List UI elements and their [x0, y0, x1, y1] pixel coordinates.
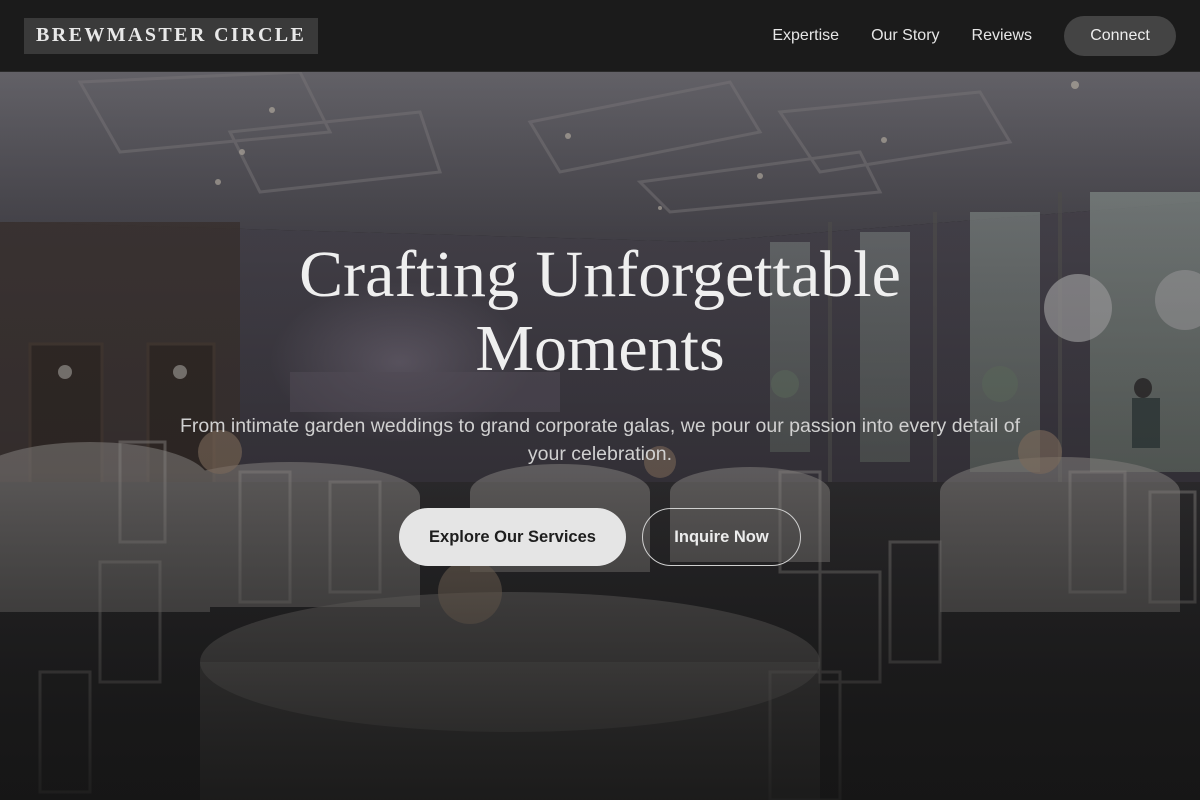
nav-menu: Expertise Our Story Reviews Connect — [772, 15, 1176, 56]
hero-section: Crafting Unforgettable Moments From inti… — [0, 72, 1200, 800]
inquire-now-button[interactable]: Inquire Now — [642, 508, 801, 566]
explore-services-button[interactable]: Explore Our Services — [399, 508, 626, 566]
nav-link-expertise[interactable]: Expertise — [772, 27, 839, 45]
nav-link-reviews[interactable]: Reviews — [972, 27, 1032, 45]
brand-logo[interactable]: BREWMASTER CIRCLE — [24, 17, 319, 54]
top-navigation: BREWMASTER CIRCLE Expertise Our Story Re… — [0, 0, 1200, 72]
hero-content: Crafting Unforgettable Moments From inti… — [0, 238, 1200, 566]
connect-button[interactable]: Connect — [1064, 15, 1176, 56]
hero-title: Crafting Unforgettable Moments — [299, 238, 901, 385]
nav-link-our-story[interactable]: Our Story — [871, 27, 939, 45]
hero-subtitle: From intimate garden weddings to grand c… — [179, 415, 1021, 465]
hero-cta-group: Explore Our Services Inquire Now — [0, 508, 1200, 566]
